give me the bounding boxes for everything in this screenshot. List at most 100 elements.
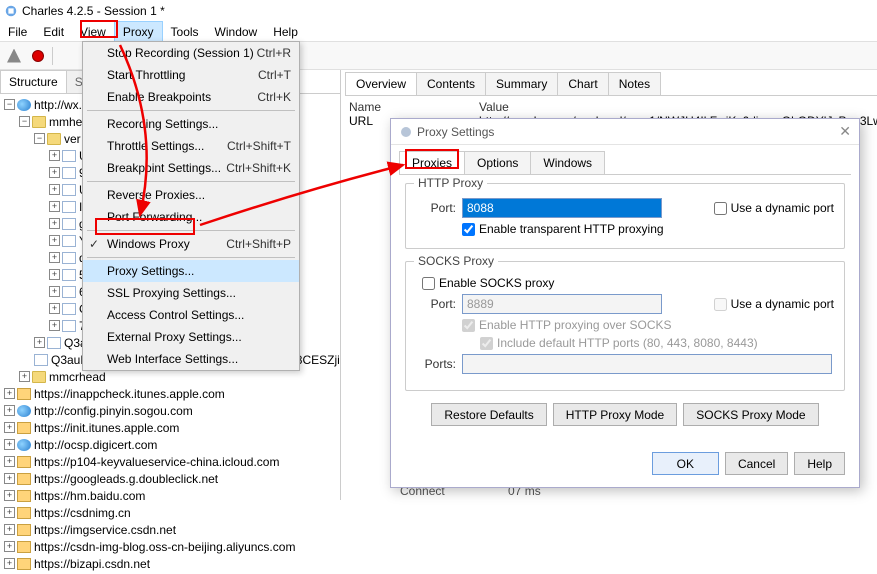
tree-expand-icon[interactable]: + [4, 473, 15, 484]
menu-port-forwarding[interactable]: Port Forwarding... [83, 206, 299, 228]
http-dynamic-port-checkbox[interactable] [714, 202, 727, 215]
col-value: Value [479, 100, 509, 114]
tree-expand-icon[interactable]: + [49, 269, 60, 280]
enable-socks-checkbox[interactable] [422, 277, 435, 290]
tree-collapse-icon[interactable]: − [34, 133, 45, 144]
menu-stop-recording[interactable]: Stop Recording (Session 1)Ctrl+R [83, 42, 299, 64]
lock-icon [17, 388, 31, 400]
menu-help[interactable]: Help [265, 22, 306, 42]
tree-expand-icon[interactable]: + [49, 252, 60, 263]
file-icon [62, 184, 76, 196]
tab-summary[interactable]: Summary [485, 72, 558, 95]
tree-host[interactable]: https://hm.baidu.com [34, 489, 145, 503]
menu-file[interactable]: File [0, 22, 35, 42]
help-button[interactable]: Help [794, 452, 845, 475]
record-button[interactable] [28, 46, 48, 66]
tree-expand-icon[interactable]: + [4, 524, 15, 535]
tree-host[interactable]: http://ocsp.digicert.com [34, 438, 157, 452]
socks-dynamic-port-checkbox [714, 298, 727, 311]
tree-expand-icon[interactable]: + [49, 184, 60, 195]
tree-expand-icon[interactable]: + [4, 558, 15, 569]
lock-icon [17, 558, 31, 570]
tree-folder[interactable]: ver [64, 132, 81, 146]
tab-chart[interactable]: Chart [557, 72, 608, 95]
menu-enable-breakpoints[interactable]: Enable BreakpointsCtrl+K [83, 86, 299, 108]
menu-tools[interactable]: Tools [163, 22, 207, 42]
menu-windows-proxy[interactable]: ✓Windows ProxyCtrl+Shift+P [83, 233, 299, 255]
tree-expand-icon[interactable]: + [49, 320, 60, 331]
menu-reverse-proxies[interactable]: Reverse Proxies... [83, 184, 299, 206]
tree-expand-icon[interactable]: + [4, 507, 15, 518]
close-icon[interactable]: ✕ [839, 123, 851, 140]
tree-host[interactable]: https://init.itunes.apple.com [34, 421, 179, 435]
menu-view[interactable]: View [72, 22, 114, 42]
enable-transparent-http-checkbox[interactable] [462, 223, 475, 236]
file-icon [62, 252, 76, 264]
tree-host[interactable]: https://bizapi.csdn.net [34, 557, 150, 571]
file-icon [62, 269, 76, 281]
tree-expand-icon[interactable]: + [49, 201, 60, 212]
tree-expand-icon[interactable]: + [49, 150, 60, 161]
socks-proxy-mode-button[interactable]: SOCKS Proxy Mode [683, 403, 818, 426]
http-proxy-group: HTTP Proxy Port: Use a dynamic port Enab… [405, 183, 845, 249]
restore-defaults-button[interactable]: Restore Defaults [431, 403, 546, 426]
lock-icon [17, 507, 31, 519]
tree-expand-icon[interactable]: + [34, 337, 45, 348]
tree-host[interactable]: http://config.pinyin.sogou.com [34, 404, 193, 418]
tab-options[interactable]: Options [464, 151, 531, 174]
tab-overview[interactable]: Overview [345, 72, 417, 95]
menu-external-proxy-settings[interactable]: External Proxy Settings... [83, 326, 299, 348]
tree-expand-icon[interactable]: + [4, 541, 15, 552]
port-label: Port: [416, 201, 456, 215]
tree-expand-icon[interactable]: + [49, 303, 60, 314]
tree-host[interactable]: https://csdnimg.cn [34, 506, 131, 520]
tab-contents[interactable]: Contents [416, 72, 486, 95]
menu-proxy[interactable]: Proxy [114, 21, 163, 43]
menu-recording-settings[interactable]: Recording Settings... [83, 113, 299, 135]
tab-notes[interactable]: Notes [608, 72, 661, 95]
tree-expand-icon[interactable]: + [4, 405, 15, 416]
cancel-button[interactable]: Cancel [725, 452, 788, 475]
clear-button[interactable] [4, 46, 24, 66]
modal-tabs: Proxies Options Windows [399, 151, 851, 175]
tree-expand-icon[interactable]: + [4, 439, 15, 450]
tree-host[interactable]: http://wx. [34, 98, 82, 112]
menu-breakpoint-settings[interactable]: Breakpoint Settings...Ctrl+Shift+K [83, 157, 299, 179]
tree-host[interactable]: https://csdn-img-blog.oss-cn-beijing.ali… [34, 540, 295, 554]
tree-expand-icon[interactable]: + [49, 235, 60, 246]
tab-windows[interactable]: Windows [530, 151, 605, 174]
tree-expand-icon[interactable]: + [49, 218, 60, 229]
folder-icon [32, 371, 46, 383]
http-proxy-mode-button[interactable]: HTTP Proxy Mode [553, 403, 677, 426]
tree-folder[interactable]: mmcrhead [49, 370, 106, 384]
menu-start-throttling[interactable]: Start ThrottlingCtrl+T [83, 64, 299, 86]
tree-collapse-icon[interactable]: − [4, 99, 15, 110]
ok-button[interactable]: OK [652, 452, 719, 475]
tree-expand-icon[interactable]: + [49, 286, 60, 297]
tree-expand-icon[interactable]: + [4, 490, 15, 501]
menu-web-interface-settings[interactable]: Web Interface Settings... [83, 348, 299, 370]
tree-expand-icon[interactable]: + [4, 456, 15, 467]
menu-ssl-proxying-settings[interactable]: SSL Proxying Settings... [83, 282, 299, 304]
tree-expand-icon[interactable]: + [49, 167, 60, 178]
lock-icon [17, 524, 31, 536]
tree-host[interactable]: https://googleads.g.doubleclick.net [34, 472, 218, 486]
menu-proxy-settings[interactable]: Proxy Settings... [83, 260, 299, 282]
menu-throttle-settings[interactable]: Throttle Settings...Ctrl+Shift+T [83, 135, 299, 157]
tree-host[interactable]: https://imgservice.csdn.net [34, 523, 176, 537]
http-port-input[interactable] [462, 198, 662, 218]
tree-expand-icon[interactable]: + [4, 388, 15, 399]
file-icon [62, 150, 76, 162]
socks-proxy-group: SOCKS Proxy Enable SOCKS proxy Port: Use… [405, 261, 845, 391]
menu-access-control-settings[interactable]: Access Control Settings... [83, 304, 299, 326]
tree-collapse-icon[interactable]: − [19, 116, 30, 127]
menu-window[interactable]: Window [207, 22, 266, 42]
tree-expand-icon[interactable]: + [19, 371, 30, 382]
tab-structure[interactable]: Structure [0, 70, 67, 93]
file-icon [62, 320, 76, 332]
tree-host[interactable]: https://p104-keyvalueservice-china.iclou… [34, 455, 279, 469]
tab-proxies[interactable]: Proxies [399, 151, 465, 174]
tree-expand-icon[interactable]: + [4, 422, 15, 433]
menu-edit[interactable]: Edit [35, 22, 72, 42]
tree-host[interactable]: https://inappcheck.itunes.apple.com [34, 387, 225, 401]
